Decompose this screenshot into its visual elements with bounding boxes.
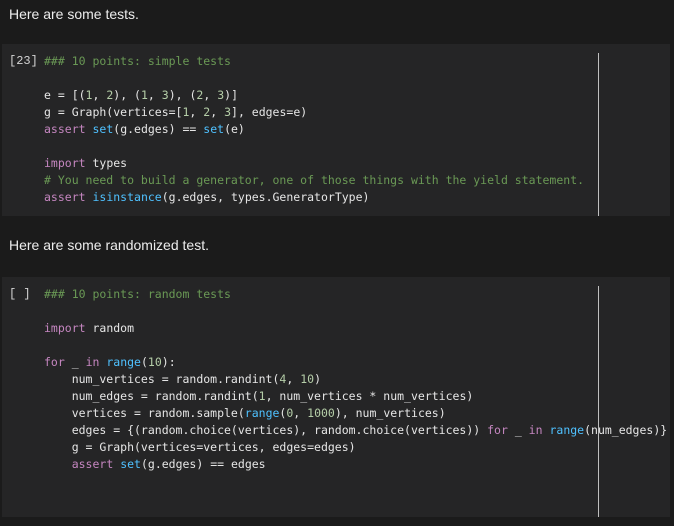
code-token: _ — [507, 423, 529, 437]
code-token: (g.edges) == — [113, 122, 204, 136]
code-token: ) — [314, 372, 321, 386]
code-token: 3 — [161, 88, 169, 102]
code-token: for — [487, 423, 508, 437]
code-token: ), ( — [168, 88, 197, 102]
code-token: , — [293, 406, 308, 420]
code-token: 10 — [300, 372, 315, 386]
code-token: _ — [64, 355, 86, 369]
code-token: 3 — [224, 105, 232, 119]
code-token: , — [92, 88, 107, 102]
execution-count: [ ] — [9, 287, 31, 301]
code-token: in — [85, 355, 100, 369]
code-token: num_edges = random.randint( — [44, 389, 259, 403]
code-token: , — [189, 105, 204, 119]
code-line: assert isinstance(g.edges, types.Generat… — [44, 189, 584, 206]
code-token: (e) — [224, 122, 245, 136]
execution-count: [23] — [9, 54, 38, 68]
code-cell-random-tests[interactable]: [ ] ### 10 points: random tests import r… — [2, 277, 670, 517]
code-token: 1000 — [307, 406, 335, 420]
code-token: , — [286, 372, 301, 386]
code-token: range — [106, 355, 141, 369]
code-token: vertices = random.sample( — [44, 406, 245, 420]
markdown-cell-1[interactable]: Here are some tests. — [0, 0, 674, 42]
code-token: , num_vertices * num_vertices) — [265, 389, 474, 403]
code-token: , — [210, 105, 225, 119]
code-token: 1 — [140, 88, 148, 102]
code-token: set — [203, 122, 225, 136]
code-cell-simple-tests[interactable]: [23] ### 10 points: simple tests e = [( 1… — [2, 44, 670, 216]
code-line: vertices = random.sample(range(0, 1000),… — [44, 405, 667, 422]
code-line: ### 10 points: simple tests — [44, 53, 584, 70]
code-token: assert — [44, 122, 86, 136]
code-token: range — [549, 423, 585, 437]
code-token: g = Graph(vertices=vertices, edges=edges… — [44, 440, 356, 454]
code-token: in — [528, 423, 543, 437]
code-token: ### 10 points: random tests — [44, 287, 231, 301]
code-token: ### 10 points: simple tests — [44, 54, 231, 68]
code-token: range — [244, 406, 280, 420]
code-line: num_edges = random.randint(1, num_vertic… — [44, 388, 667, 405]
code-token: 1 — [258, 389, 266, 403]
code-line: num_vertices = random.randint(4, 10) — [44, 371, 667, 388]
code-token: ), ( — [113, 88, 141, 102]
code-token: num_vertices = random.randint( — [44, 372, 280, 386]
code-line: import types — [44, 155, 584, 172]
code-token: set — [120, 457, 141, 471]
code-token: import — [44, 321, 86, 335]
code-token: ), num_vertices) — [334, 406, 446, 420]
code-line: for _ in range(10): — [44, 354, 667, 371]
code-line: ### 10 points: random tests — [44, 286, 667, 303]
code-token: g = Graph(vertices=[ — [44, 105, 183, 119]
code-token: set — [92, 122, 114, 136]
code-line: g = Graph(vertices=[1, 2, 3], edges=e) — [44, 104, 584, 121]
code-line: import random — [44, 320, 667, 337]
markdown-text: Here are some tests. — [9, 6, 139, 22]
code-token: ): — [161, 355, 176, 369]
code-token: edges = {(random.choice(vertices), rando… — [44, 423, 488, 437]
code-token: ( — [140, 355, 148, 369]
code-token: e = [( — [44, 88, 86, 102]
code-token: types — [85, 156, 128, 170]
code-editor[interactable]: ### 10 points: simple tests e = [(1, 2),… — [44, 53, 584, 206]
code-token: isinstance — [92, 190, 162, 204]
code-token: for — [44, 355, 65, 369]
code-token: (num_edges)} — [584, 423, 668, 437]
line-length-ruler — [598, 53, 599, 216]
code-line: edges = {(random.choice(vertices), rando… — [44, 422, 668, 439]
markdown-text: Here are some randomized test. — [9, 237, 209, 253]
code-token: # You need to build a generator, one of … — [44, 173, 585, 187]
code-token: (g.edges) == edges — [140, 457, 266, 471]
code-line: g = Graph(vertices=vertices, edges=edges… — [44, 439, 667, 456]
line-length-ruler — [598, 286, 599, 517]
code-token: assert — [71, 457, 114, 471]
code-token: , — [147, 88, 162, 102]
code-editor[interactable]: ### 10 points: random tests import rando… — [44, 286, 667, 473]
code-token: (g.edges, types.GeneratorType) — [161, 190, 370, 204]
code-line: assert set(g.edges) == set(e) — [44, 121, 584, 138]
code-token: , — [203, 88, 218, 102]
markdown-cell-2[interactable]: Here are some randomized test. — [0, 218, 674, 274]
code-token: import — [44, 156, 86, 170]
code-line: assert set(g.edges) == edges — [44, 456, 667, 473]
code-token: random — [85, 321, 135, 335]
code-line: e = [(1, 2), (1, 3), (2, 3)] — [44, 87, 584, 104]
code-token: )] — [224, 88, 239, 102]
code-token: 10 — [147, 355, 162, 369]
code-token: ], edges=e) — [231, 105, 308, 119]
code-token: assert — [44, 190, 86, 204]
code-line: # You need to build a generator, one of … — [44, 172, 584, 189]
